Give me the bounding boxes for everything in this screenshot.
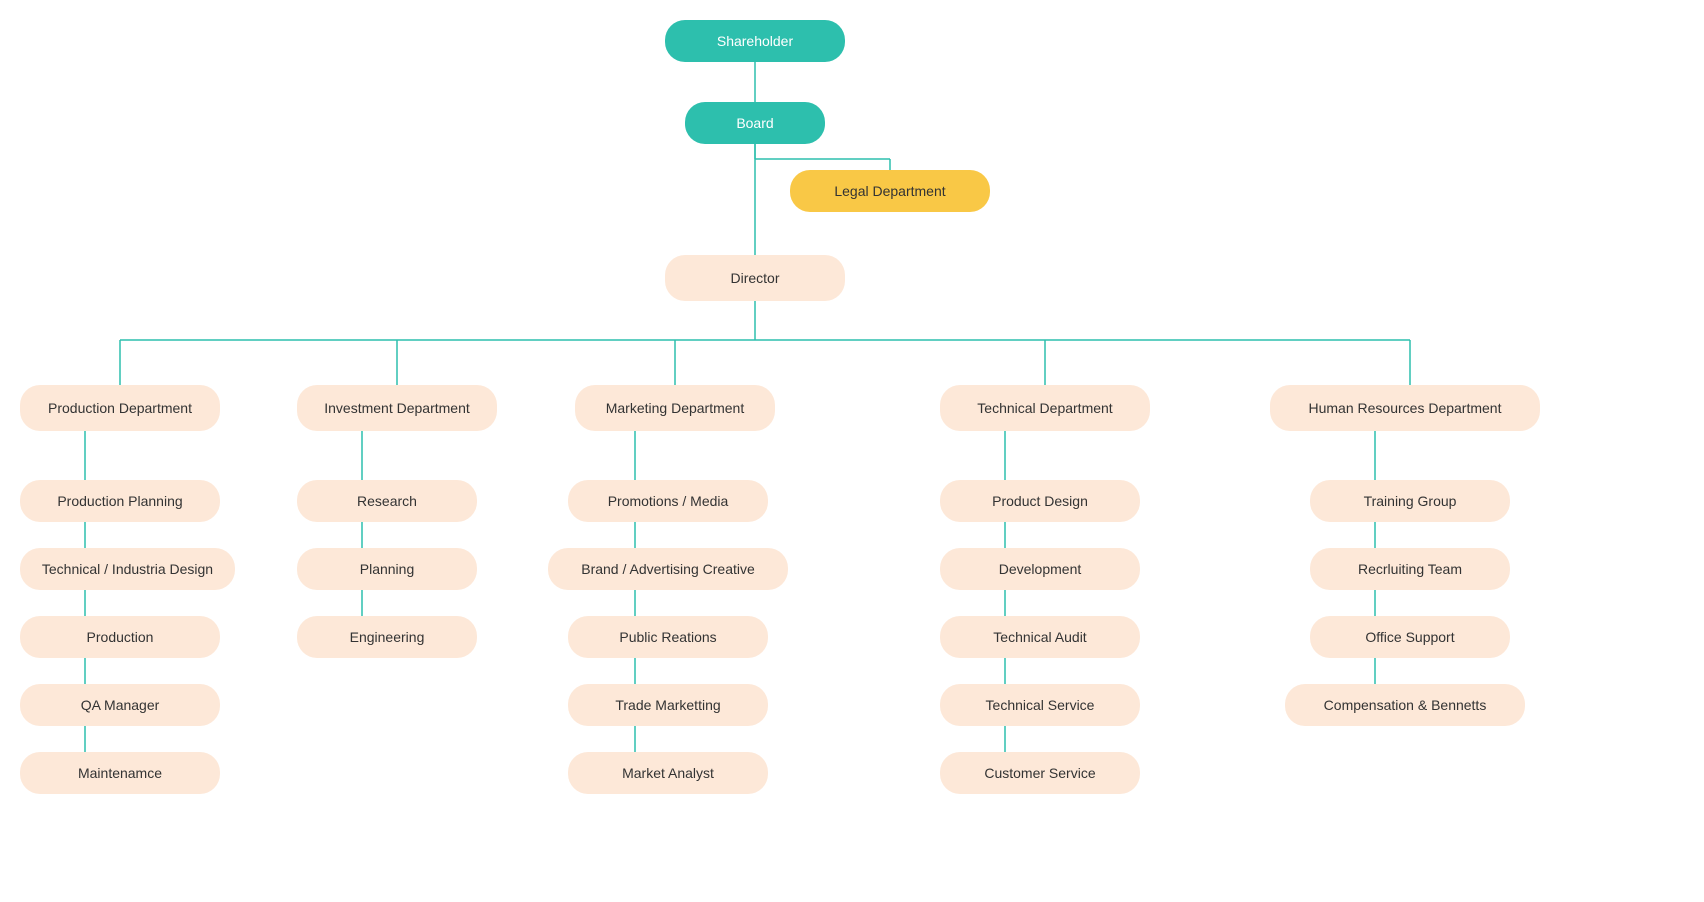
- planning-node: Planning: [297, 548, 477, 590]
- investment-dept-node: Investment Department: [297, 385, 497, 431]
- brand-adv-creative-node: Brand / Advertising Creative: [548, 548, 788, 590]
- board-label: Board: [736, 115, 773, 131]
- technical-dept-label: Technical Department: [977, 400, 1112, 416]
- hr-dept-node: Human Resources Department: [1270, 385, 1540, 431]
- legal-dept-node: Legal Department: [790, 170, 990, 212]
- market-analyst-node: Market Analyst: [568, 752, 768, 794]
- product-design-node: Product Design: [940, 480, 1140, 522]
- shareholder-node: Shareholder: [665, 20, 845, 62]
- shareholder-label: Shareholder: [717, 33, 793, 49]
- connector-lines: [0, 0, 1704, 902]
- org-chart: Shareholder Board Legal Department Direc…: [0, 0, 1704, 902]
- hr-dept-label: Human Resources Department: [1309, 400, 1502, 416]
- production-planning-node: Production Planning: [20, 480, 220, 522]
- production-dept-label: Production Department: [48, 400, 192, 416]
- office-support-node: Office Support: [1310, 616, 1510, 658]
- technical-dept-node: Technical Department: [940, 385, 1150, 431]
- public-relations-node: Public Reations: [568, 616, 768, 658]
- director-label: Director: [730, 270, 779, 286]
- customer-service-node: Customer Service: [940, 752, 1140, 794]
- engineering-node: Engineering: [297, 616, 477, 658]
- marketing-dept-node: Marketing Department: [575, 385, 775, 431]
- production-dept-node: Production Department: [20, 385, 220, 431]
- qa-manager-node: QA Manager: [20, 684, 220, 726]
- promotions-media-node: Promotions / Media: [568, 480, 768, 522]
- trade-marketing-node: Trade Marketting: [568, 684, 768, 726]
- tech-industria-design-node: Technical / Industria Design: [20, 548, 235, 590]
- compensation-node: Compensation & Bennetts: [1285, 684, 1525, 726]
- director-node: Director: [665, 255, 845, 301]
- board-node: Board: [685, 102, 825, 144]
- technical-service-node: Technical Service: [940, 684, 1140, 726]
- development-node: Development: [940, 548, 1140, 590]
- research-node: Research: [297, 480, 477, 522]
- maintenance-node: Maintenamce: [20, 752, 220, 794]
- recruiting-team-node: Recrluiting Team: [1310, 548, 1510, 590]
- production-node: Production: [20, 616, 220, 658]
- investment-dept-label: Investment Department: [324, 400, 470, 416]
- training-group-node: Training Group: [1310, 480, 1510, 522]
- technical-audit-node: Technical Audit: [940, 616, 1140, 658]
- legal-dept-label: Legal Department: [834, 183, 945, 199]
- marketing-dept-label: Marketing Department: [606, 400, 745, 416]
